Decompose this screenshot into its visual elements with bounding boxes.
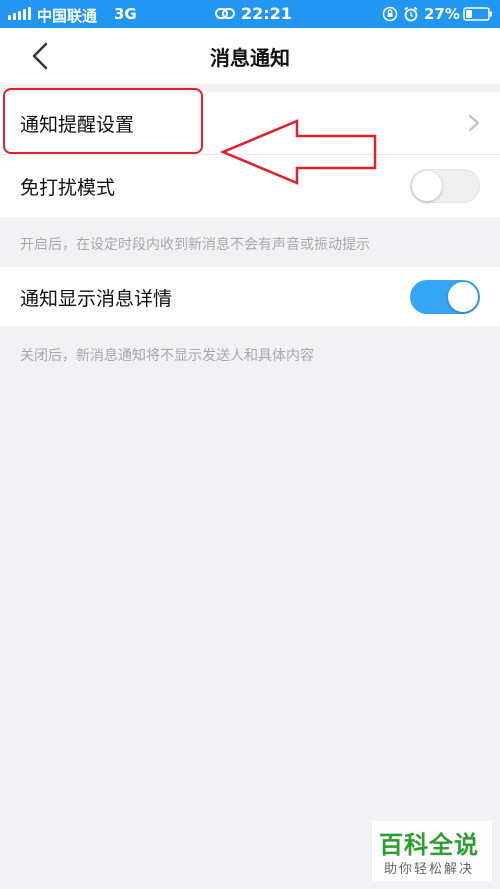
watermark-subtitle: 助你轻松解决 xyxy=(384,862,475,877)
alarm-icon xyxy=(404,6,418,22)
annotation-arrow-icon xyxy=(219,119,377,185)
watermark: 百科全说 助你轻松解决 xyxy=(372,821,492,881)
toggle-knob xyxy=(448,282,478,312)
watermark-title: 百科全说 xyxy=(379,831,479,859)
link-icon xyxy=(215,8,235,19)
network-type: 3G xyxy=(114,5,137,23)
toggle-knob xyxy=(412,171,442,201)
dnd-mode-toggle[interactable] xyxy=(410,169,480,203)
carrier-name: 中国联通 xyxy=(37,7,98,25)
battery-icon xyxy=(463,7,492,21)
status-bar: 中国联通 3G 22:21 27% xyxy=(0,0,500,28)
chevron-right-icon xyxy=(469,115,479,131)
show-details-hint: 关闭后，新消息通知将不显示发送人和具体内容 xyxy=(20,348,314,364)
nav-bar: 消息通知 xyxy=(0,28,500,84)
signal-icon xyxy=(8,7,31,20)
show-details-label: 通知显示消息详情 xyxy=(20,288,173,310)
show-details-item: 通知显示消息详情 xyxy=(0,267,500,326)
rotation-lock-icon xyxy=(382,6,398,22)
dnd-mode-label: 免打扰模式 xyxy=(20,177,116,199)
show-details-toggle[interactable] xyxy=(410,280,480,314)
dnd-mode-hint: 开启后，在设定时段内收到新消息不会有声音或振动提示 xyxy=(20,237,370,253)
page-title: 消息通知 xyxy=(210,46,290,70)
annotation-highlight-box xyxy=(3,88,203,154)
battery-percent: 27% xyxy=(424,5,460,23)
clock-time: 22:21 xyxy=(241,4,292,23)
